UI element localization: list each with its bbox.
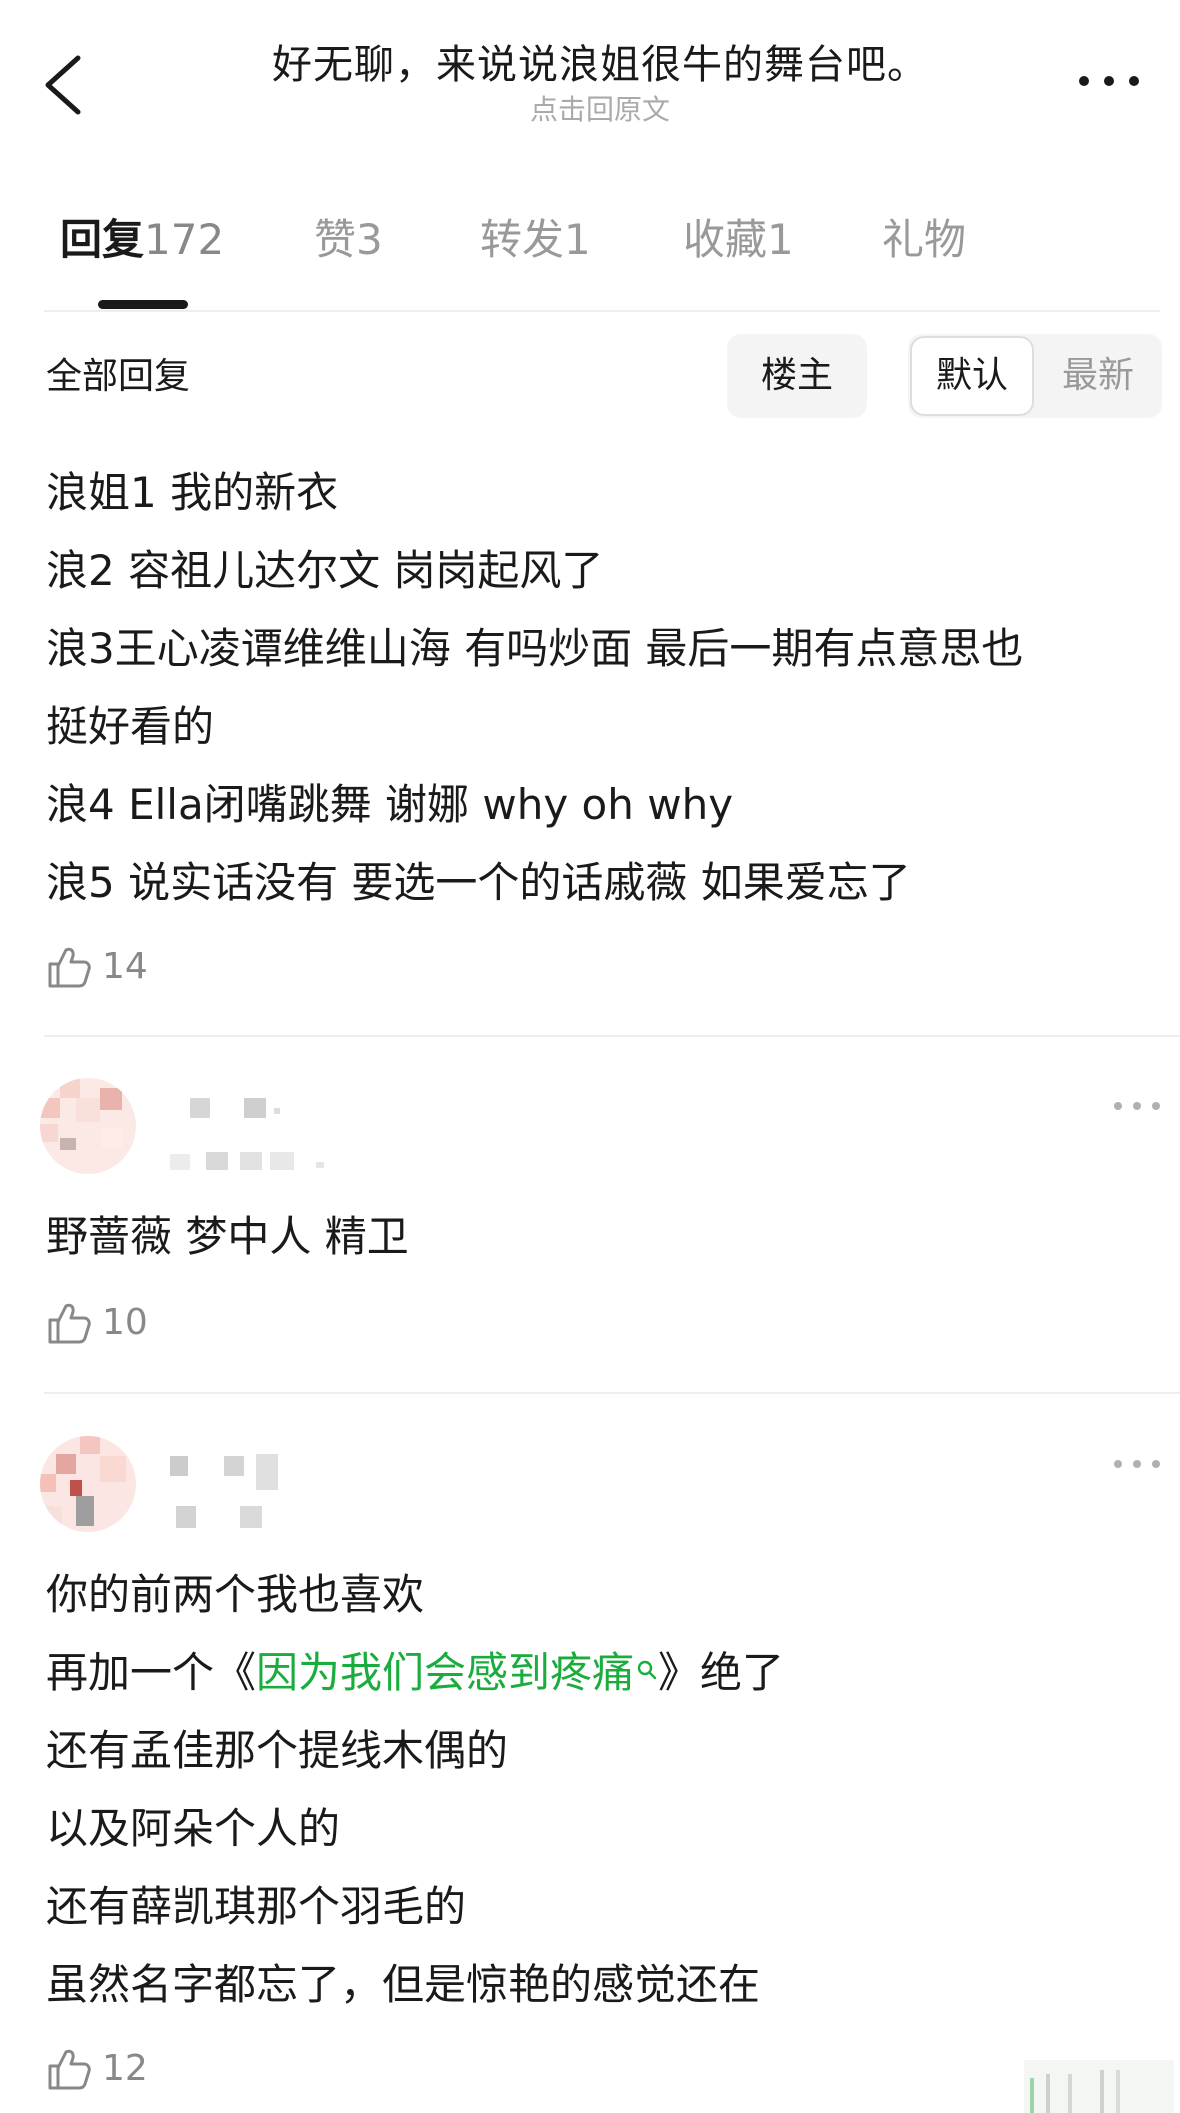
topic-search-link[interactable]: 因为我们会感到疼痛 <box>256 1648 658 1697</box>
comment-line: 浪5 说实话没有 要选一个的话戚薇 如果爱忘了 <box>46 858 911 907</box>
comment-line: 浪3王心凌谭维维山海 有吗炒面 最后一期有点意思也 <box>46 624 1024 673</box>
post-title: 好无聊，来说说浪姐很牛的舞台吧。 <box>272 42 928 88</box>
tab-bar: 回复172 赞3 转发1 收藏1 礼物 <box>44 210 1144 310</box>
comment-line: 以及阿朵个人的 <box>46 1804 341 1853</box>
tab-gifts[interactable]: 礼物 <box>882 210 966 270</box>
comment-line: 野蔷薇 梦中人 精卫 <box>46 1212 409 1261</box>
like-count: 14 <box>102 946 148 987</box>
sort-toggle: 默认 最新 <box>908 334 1162 418</box>
like-count: 12 <box>102 2048 148 2089</box>
tab-replies-count: 172 <box>144 215 225 264</box>
comment-line: 你的前两个我也喜欢 <box>46 1570 425 1619</box>
title-block: 好无聊，来说说浪姐很牛的舞台吧。 点击回原文 <box>200 40 1000 128</box>
comment-line: 还有孟佳那个提线木偶的 <box>46 1726 509 1775</box>
tab-gifts-label: 礼物 <box>882 215 967 264</box>
comment-line: 还有薛凯琪那个羽毛的 <box>46 1882 467 1931</box>
thumbs-up-icon <box>48 1303 91 1344</box>
watermark-logo <box>1024 2060 1174 2113</box>
tabs-divider <box>44 310 1160 312</box>
comment-line-with-link: 再加一个《因为我们会感到疼痛 》绝了 <box>46 1634 784 1712</box>
comment-divider <box>44 1035 1180 1037</box>
username-blurred[interactable] <box>170 1450 370 1490</box>
more-options-icon[interactable] <box>1074 66 1144 96</box>
all-replies-label: 全部回复 <box>46 356 191 397</box>
comment-line-prefix: 再加一个《 <box>46 1648 257 1697</box>
top-bar: 好无聊，来说说浪姐很牛的舞台吧。 点击回原文 <box>0 0 1180 150</box>
tab-reposts[interactable]: 转发1 <box>480 210 591 270</box>
sort-default-button[interactable]: 默认 <box>910 336 1034 416</box>
sort-newest-button[interactable]: 最新 <box>1036 336 1160 416</box>
tab-reposts-count: 1 <box>564 215 591 264</box>
user-meta-blurred <box>170 1506 350 1532</box>
comment-divider <box>44 1392 1180 1394</box>
tab-replies-label: 回复 <box>60 215 145 264</box>
tab-likes[interactable]: 赞3 <box>314 210 383 270</box>
back-to-original-link[interactable]: 点击回原文 <box>200 92 1000 128</box>
comment-line: 浪姐1 我的新衣 <box>46 468 339 517</box>
comment-line: 浪2 容祖儿达尔文 岗岗起风了 <box>46 546 604 595</box>
owner-only-button[interactable]: 楼主 <box>727 334 867 418</box>
tab-favorites-count: 1 <box>767 215 794 264</box>
thumbs-up-icon <box>48 2049 91 2090</box>
tab-favorites[interactable]: 收藏1 <box>683 210 794 270</box>
tab-replies[interactable]: 回复172 <box>60 210 224 270</box>
topic-search-link-text: 因为我们会感到疼痛 <box>256 1648 635 1697</box>
comment-line-suffix: 》绝了 <box>658 1648 785 1697</box>
comment-more-icon[interactable] <box>1112 1454 1162 1474</box>
tab-likes-label: 赞 <box>314 215 357 264</box>
tab-reposts-label: 转发 <box>480 215 565 264</box>
back-icon[interactable] <box>38 50 88 120</box>
comment-more-icon[interactable] <box>1112 1096 1162 1116</box>
tab-likes-count: 3 <box>356 215 383 264</box>
comment-line: 挺好看的 <box>46 702 215 751</box>
like-count: 10 <box>102 1302 148 1343</box>
avatar[interactable] <box>40 1436 136 1532</box>
username-blurred[interactable] <box>170 1092 370 1132</box>
reply-filter-row: 全部回复 楼主 默认 最新 <box>44 334 1162 420</box>
comment-line: 浪4 Ella闭嘴跳舞 谢娜 why oh why <box>46 780 734 829</box>
avatar[interactable] <box>40 1078 136 1174</box>
tab-favorites-label: 收藏 <box>683 215 768 264</box>
comment-line: 虽然名字都忘了，但是惊艳的感觉还在 <box>46 1960 761 2009</box>
active-tab-indicator <box>98 300 188 309</box>
search-icon <box>637 1660 657 1680</box>
thumbs-up-icon <box>48 947 91 988</box>
user-meta-blurred <box>170 1148 350 1174</box>
